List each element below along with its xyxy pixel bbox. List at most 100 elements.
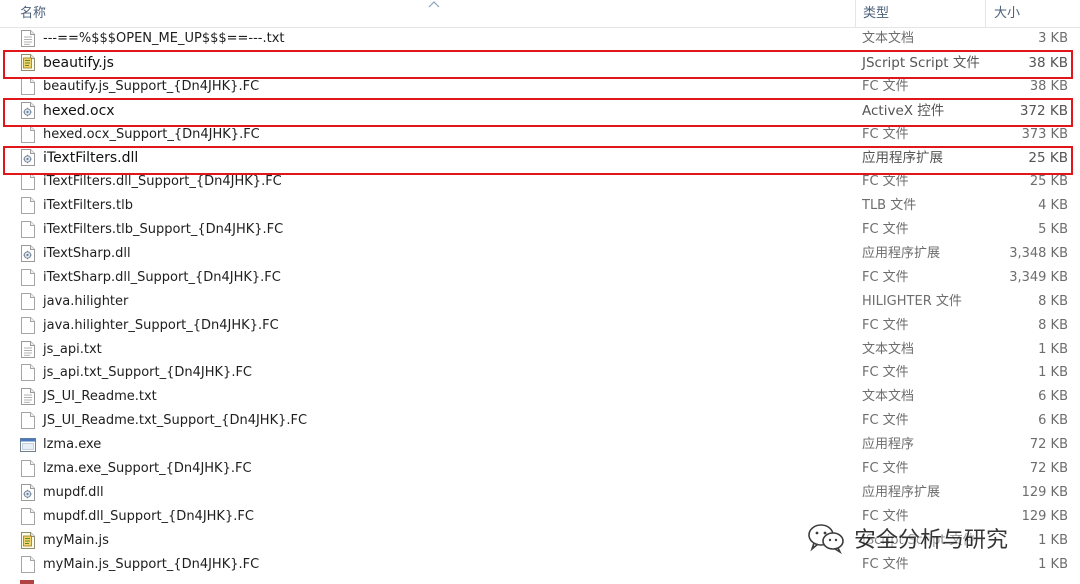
wechat-logo-icon xyxy=(808,524,844,554)
file-name: js_api.txt xyxy=(43,341,102,357)
file-size: 25 KB xyxy=(1029,174,1068,190)
file-type: TLB 文件 xyxy=(862,198,917,214)
file-size: 129 KB xyxy=(1021,508,1068,524)
blank-file-icon xyxy=(21,268,35,286)
file-row[interactable]: iTextSharp.dll 应用程序扩展 3,348 KB xyxy=(0,242,1080,266)
file-row[interactable]: lzma.exe 应用程序 72 KB xyxy=(0,433,1080,457)
text-file-icon xyxy=(21,388,35,406)
file-row[interactable]: ---==%$$$OPEN_ME_UP$$$==---.txt 文本文档 3 KB xyxy=(0,27,1080,51)
file-size: 373 KB xyxy=(1021,126,1068,142)
file-size: 3,348 KB xyxy=(1009,246,1068,262)
blank-file-icon xyxy=(21,292,35,310)
file-type: 文本文档 xyxy=(862,389,915,405)
file-size: 72 KB xyxy=(1029,461,1068,477)
file-row[interactable]: js_api.txt_Support_{Dn4JHK}.FC FC 文件 1 KB xyxy=(0,361,1080,385)
file-size: 38 KB xyxy=(1028,54,1068,71)
text-file-icon xyxy=(21,340,35,358)
file-type: 应用程序扩展 xyxy=(862,150,943,167)
blank-file-icon xyxy=(21,197,35,215)
file-size: 8 KB xyxy=(1038,317,1068,333)
file-row[interactable]: hexed.ocx ActiveX 控件 372 KB xyxy=(0,99,1080,123)
file-type: FC 文件 xyxy=(862,222,909,238)
text-file-icon xyxy=(21,30,35,47)
file-type: 文本文档 xyxy=(862,31,915,46)
file-row[interactable]: iTextFilters.tlb_Support_{Dn4JHK}.FC FC 文… xyxy=(0,218,1080,242)
file-name: hexed.ocx xyxy=(43,102,115,119)
file-name: JS_UI_Readme.txt xyxy=(43,389,157,405)
file-type: JScript Script 文件 xyxy=(862,54,980,71)
file-type: FC 文件 xyxy=(862,461,909,477)
file-type: FC 文件 xyxy=(862,413,909,429)
partial-next-row-icon xyxy=(20,580,34,584)
file-row[interactable]: JS_UI_Readme.txt_Support_{Dn4JHK}.FC FC 文… xyxy=(0,409,1080,433)
file-name: iTextFilters.tlb_Support_{Dn4JHK}.FC xyxy=(43,222,284,238)
file-row[interactable]: hexed.ocx_Support_{Dn4JHK}.FC FC 文件 373 KB xyxy=(0,123,1080,147)
file-type: 应用程序 xyxy=(862,437,915,453)
file-row[interactable]: myMain.js_Support_{Dn4JHK}.FC FC 文件 1 KB xyxy=(0,553,1080,577)
dll-file-icon xyxy=(21,483,35,501)
file-row[interactable]: JS_UI_Readme.txt 文本文档 6 KB xyxy=(0,385,1080,409)
blank-file-icon xyxy=(21,555,35,573)
file-size: 5 KB xyxy=(1038,222,1068,238)
file-size: 129 KB xyxy=(1021,484,1068,500)
file-name: JS_UI_Readme.txt_Support_{Dn4JHK}.FC xyxy=(43,413,308,429)
file-name: js_api.txt_Support_{Dn4JHK}.FC xyxy=(43,365,253,381)
file-name: iTextSharp.dll_Support_{Dn4JHK}.FC xyxy=(43,269,281,285)
dll-file-icon xyxy=(21,245,35,263)
watermark: 安全分析与研究 xyxy=(806,520,1008,556)
exe-file-icon xyxy=(20,438,36,455)
file-type: FC 文件 xyxy=(862,365,909,381)
file-type: 文本文档 xyxy=(862,341,915,357)
file-name: mupdf.dll xyxy=(43,484,104,500)
file-size: 1 KB xyxy=(1038,341,1068,357)
file-type: HILIGHTER 文件 xyxy=(862,293,962,309)
file-name: hexed.ocx_Support_{Dn4JHK}.FC xyxy=(43,126,260,142)
column-header-size[interactable]: 大小 xyxy=(985,0,1080,27)
file-row[interactable]: iTextFilters.tlb TLB 文件 4 KB xyxy=(0,194,1080,218)
file-size: 38 KB xyxy=(1029,78,1068,94)
blank-file-icon xyxy=(21,221,35,239)
file-row[interactable]: java.hilighter_Support_{Dn4JHK}.FC FC 文件 8… xyxy=(0,314,1080,338)
file-name: java.hilighter_Support_{Dn4JHK}.FC xyxy=(43,317,279,333)
file-name: beautify.js xyxy=(43,54,114,71)
blank-file-icon xyxy=(21,173,35,191)
blank-file-icon xyxy=(21,316,35,334)
column-header-bar: 名称 类型 大小 xyxy=(0,0,1080,28)
sort-ascending-icon xyxy=(428,1,440,8)
file-type: FC 文件 xyxy=(862,78,909,94)
column-header-type[interactable]: 类型 xyxy=(855,0,985,27)
file-size: 1 KB xyxy=(1038,532,1068,548)
file-name: iTextSharp.dll xyxy=(43,246,131,262)
file-size: 372 KB xyxy=(1019,102,1068,119)
file-size: 25 KB xyxy=(1028,150,1068,167)
file-type: FC 文件 xyxy=(862,174,909,190)
blank-file-icon xyxy=(21,507,35,525)
dll-file-icon xyxy=(21,149,35,167)
blank-file-icon xyxy=(21,460,35,478)
file-name: myMain.js_Support_{Dn4JHK}.FC xyxy=(43,556,260,572)
file-name: iTextFilters.tlb xyxy=(43,198,133,214)
file-row[interactable]: js_api.txt 文本文档 1 KB xyxy=(0,338,1080,362)
file-name: java.hilighter xyxy=(43,293,129,309)
file-list: ---==%$$$OPEN_ME_UP$$$==---.txt 文本文档 3 KB b… xyxy=(0,27,1080,576)
file-row[interactable]: beautify.js JScript Script 文件 38 KB xyxy=(0,51,1080,75)
file-name: lzma.exe_Support_{Dn4JHK}.FC xyxy=(43,461,252,477)
dll-file-icon xyxy=(21,101,35,119)
file-row[interactable]: iTextSharp.dll_Support_{Dn4JHK}.FC FC 文件 3… xyxy=(0,266,1080,290)
file-type: 应用程序扩展 xyxy=(862,246,941,262)
file-row[interactable]: lzma.exe_Support_{Dn4JHK}.FC FC 文件 72 KB xyxy=(0,457,1080,481)
file-type: FC 文件 xyxy=(862,556,909,572)
file-row[interactable]: beautify.js_Support_{Dn4JHK}.FC FC 文件 38 K… xyxy=(0,75,1080,99)
file-type: ActiveX 控件 xyxy=(862,102,945,119)
file-size: 4 KB xyxy=(1038,198,1068,214)
file-type: 应用程序扩展 xyxy=(862,484,941,500)
file-type: FC 文件 xyxy=(862,126,909,142)
file-name: lzma.exe xyxy=(43,437,102,453)
file-row[interactable]: java.hilighter HILIGHTER 文件 8 KB xyxy=(0,290,1080,314)
file-size: 1 KB xyxy=(1038,365,1068,381)
file-row[interactable]: mupdf.dll 应用程序扩展 129 KB xyxy=(0,481,1080,505)
file-type: FC 文件 xyxy=(862,317,909,333)
file-row[interactable]: iTextFilters.dll 应用程序扩展 25 KB xyxy=(0,146,1080,170)
file-row[interactable]: iTextFilters.dll_Support_{Dn4JHK}.FC FC 文… xyxy=(0,170,1080,194)
file-name: myMain.js xyxy=(43,532,109,548)
